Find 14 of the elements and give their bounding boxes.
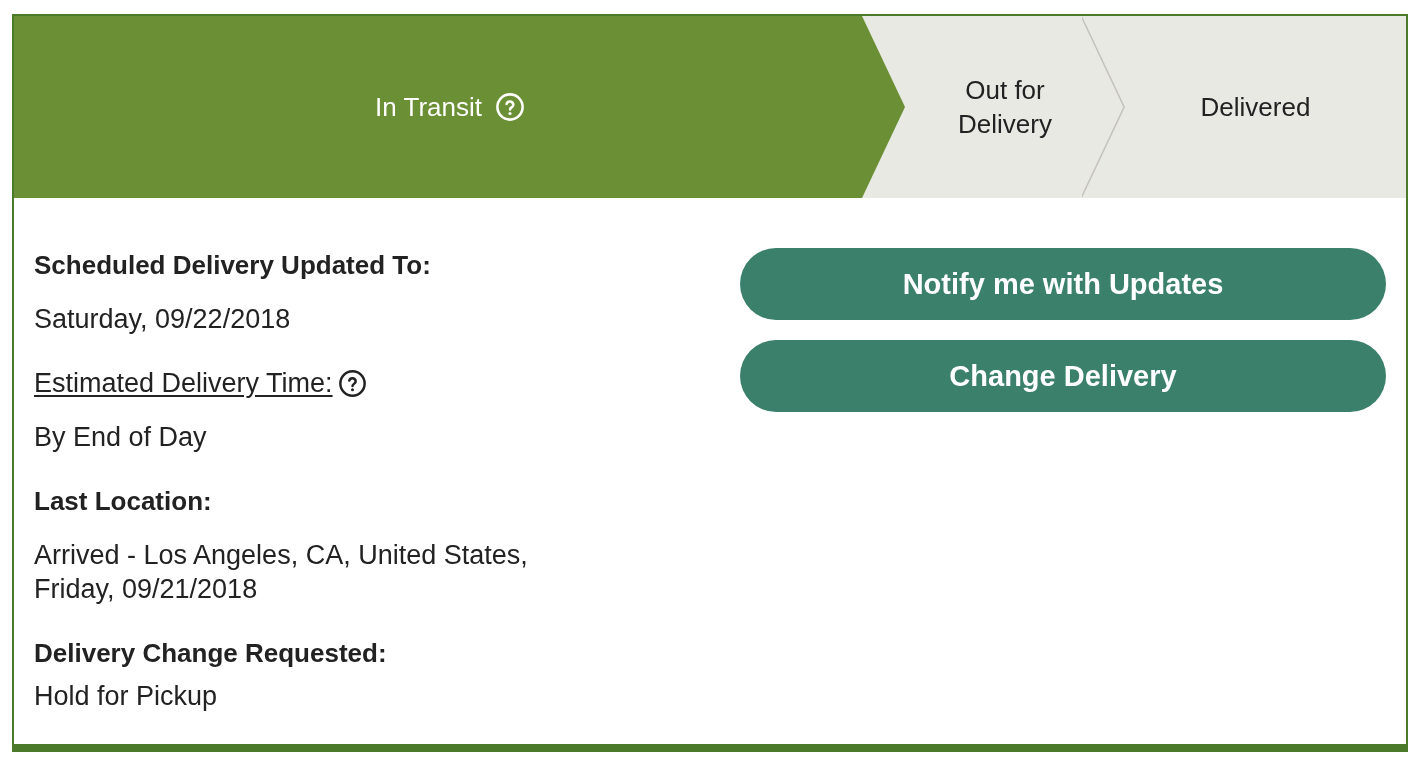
field-value: Hold for Pickup (34, 680, 219, 713)
field-label-link[interactable]: Estimated Delivery Time: (34, 366, 333, 400)
step-label: Delivered (1200, 91, 1311, 124)
action-button[interactable]: Notify me with Updates (740, 248, 1386, 320)
field-value: Saturday, 09/22/2018 (34, 303, 292, 336)
field-label: Last Location: (34, 485, 212, 518)
field-label: Scheduled Delivery Updated To: (34, 249, 431, 282)
field-label: Delivery Change Requested: (34, 637, 387, 670)
field-value: Arrived - Los Angeles, CA, United States, Friday, 09/21/2018 (34, 539, 529, 606)
help-icon[interactable] (338, 369, 366, 397)
action-button[interactable]: Change Delivery (740, 340, 1386, 412)
step-label: Out for Delivery (957, 74, 1053, 141)
field-value: By End of Day (34, 421, 208, 454)
step-label: In Transit (375, 91, 482, 124)
